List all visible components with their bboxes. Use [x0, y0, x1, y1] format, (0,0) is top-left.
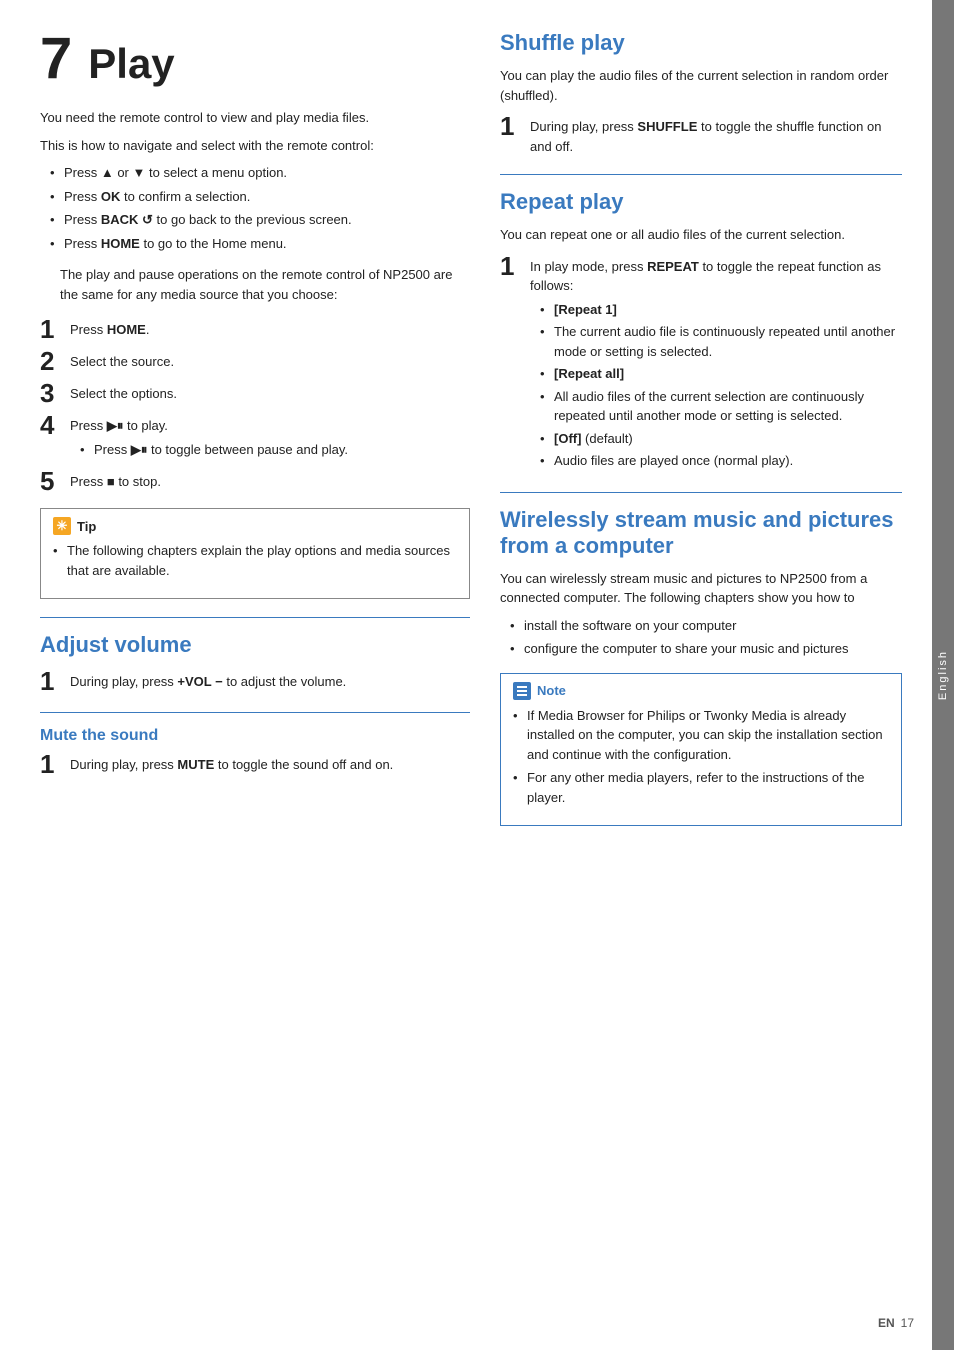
note-header: Note	[513, 682, 889, 700]
list-item: configure the computer to share your mus…	[510, 639, 902, 659]
step-number: 1	[500, 113, 520, 139]
footer-lang: EN	[878, 1316, 895, 1330]
step-2: 2 Select the source.	[40, 348, 470, 374]
tip-header: ✳ Tip	[53, 517, 457, 535]
list-item: install the software on your computer	[510, 616, 902, 636]
note-icon-line2	[517, 690, 527, 692]
shuffle-play-intro: You can play the audio files of the curr…	[500, 66, 902, 105]
repeat-sub-list: [Repeat 1] The current audio file is con…	[540, 300, 902, 471]
step-content: Select the source.	[70, 348, 470, 372]
step-3: 3 Select the options.	[40, 380, 470, 406]
shuffle-play-heading: Shuffle play	[500, 30, 902, 56]
shuffle-play-step1: 1 During play, press SHUFFLE to toggle t…	[500, 113, 902, 156]
left-column: 7 Play You need the remote control to vi…	[40, 30, 470, 1320]
note-box: Note If Media Browser for Philips or Two…	[500, 673, 902, 827]
tip-list: The following chapters explain the play …	[53, 541, 457, 580]
step-content: During play, press MUTE to toggle the so…	[70, 751, 470, 775]
list-item: Audio files are played once (normal play…	[540, 451, 902, 471]
adjust-volume-step1: 1 During play, press +VOL − to adjust th…	[40, 668, 470, 694]
note-content: If Media Browser for Philips or Twonky M…	[513, 706, 889, 808]
tip-content: The following chapters explain the play …	[53, 541, 457, 580]
step-content: In play mode, press REPEAT to toggle the…	[530, 253, 902, 474]
content-area: 7 Play You need the remote control to vi…	[0, 0, 932, 1350]
wireless-bullets: install the software on your computer co…	[510, 616, 902, 659]
repeat-play-step1: 1 In play mode, press REPEAT to toggle t…	[500, 253, 902, 474]
list-item: [Repeat all]	[540, 364, 902, 384]
step-number: 3	[40, 380, 60, 406]
note-label: Note	[537, 683, 566, 698]
wireless-heading: Wirelessly stream music and pictures fro…	[500, 507, 902, 559]
side-tab-text: English	[937, 650, 949, 700]
mute-sound-heading: Mute the sound	[40, 727, 470, 745]
footer: EN 17	[878, 1316, 914, 1330]
step-content: Press ▶⏸ to play. Press ▶⏸ to toggle bet…	[70, 412, 470, 462]
chapter-number: 7	[40, 30, 72, 88]
repeat-play-intro: You can repeat one or all audio files of…	[500, 225, 902, 245]
list-item: The following chapters explain the play …	[53, 541, 457, 580]
tip-box: ✳ Tip The following chapters explain the…	[40, 508, 470, 599]
wireless-intro: You can wirelessly stream music and pict…	[500, 569, 902, 608]
section-divider-2	[40, 712, 470, 713]
step-content: Select the options.	[70, 380, 470, 404]
list-item: Press HOME to go to the Home menu.	[50, 234, 470, 254]
tip-icon: ✳	[53, 517, 71, 535]
section-divider-3	[500, 174, 902, 175]
step-number: 1	[40, 751, 60, 777]
list-item: Press ▶⏸ to toggle between pause and pla…	[80, 440, 470, 460]
intro-line2: This is how to navigate and select with …	[40, 136, 470, 156]
chapter-title: Play	[88, 43, 174, 85]
tip-label: Tip	[77, 519, 96, 534]
step-number: 1	[500, 253, 520, 279]
step-number: 2	[40, 348, 60, 374]
step-content: During play, press SHUFFLE to toggle the…	[530, 113, 902, 156]
list-item: Press ▲ or ▼ to select a menu option.	[50, 163, 470, 183]
step-number: 1	[40, 316, 60, 342]
intro-note: The play and pause operations on the rem…	[60, 265, 470, 304]
section-divider-4	[500, 492, 902, 493]
step4-sub-list: Press ▶⏸ to toggle between pause and pla…	[80, 440, 470, 460]
note-icon-line3	[517, 694, 527, 696]
page-container: English 7 Play You need the remote contr…	[0, 0, 954, 1350]
list-item: Press OK to confirm a selection.	[50, 187, 470, 207]
right-column: Shuffle play You can play the audio file…	[500, 30, 902, 1320]
intro-line1: You need the remote control to view and …	[40, 108, 470, 128]
intro-bullets: Press ▲ or ▼ to select a menu option. Pr…	[50, 163, 470, 253]
step-5: 5 Press ■ to stop.	[40, 468, 470, 494]
chapter-heading: 7 Play	[40, 30, 470, 88]
list-item: If Media Browser for Philips or Twonky M…	[513, 706, 889, 765]
repeat-play-heading: Repeat play	[500, 189, 902, 215]
note-list: If Media Browser for Philips or Twonky M…	[513, 706, 889, 808]
step-4: 4 Press ▶⏸ to play. Press ▶⏸ to toggle b…	[40, 412, 470, 462]
step-number: 1	[40, 668, 60, 694]
list-item: For any other media players, refer to th…	[513, 768, 889, 807]
note-icon	[513, 682, 531, 700]
adjust-volume-heading: Adjust volume	[40, 632, 470, 658]
mute-sound-step1: 1 During play, press MUTE to toggle the …	[40, 751, 470, 777]
step-number: 4	[40, 412, 60, 438]
side-tab: English	[932, 0, 954, 1350]
step-1: 1 Press HOME.	[40, 316, 470, 342]
step-content: During play, press +VOL − to adjust the …	[70, 668, 470, 692]
step-content: Press ■ to stop.	[70, 468, 470, 492]
list-item: [Repeat 1]	[540, 300, 902, 320]
step-content: Press HOME.	[70, 316, 470, 340]
note-icon-line1	[517, 686, 527, 688]
list-item: All audio files of the current selection…	[540, 387, 902, 426]
list-item: [Off] (default)	[540, 429, 902, 449]
list-item: Press BACK ↺ to go back to the previous …	[50, 210, 470, 230]
footer-page: 17	[901, 1316, 914, 1330]
list-item: The current audio file is continuously r…	[540, 322, 902, 361]
section-divider-1	[40, 617, 470, 618]
step-number: 5	[40, 468, 60, 494]
